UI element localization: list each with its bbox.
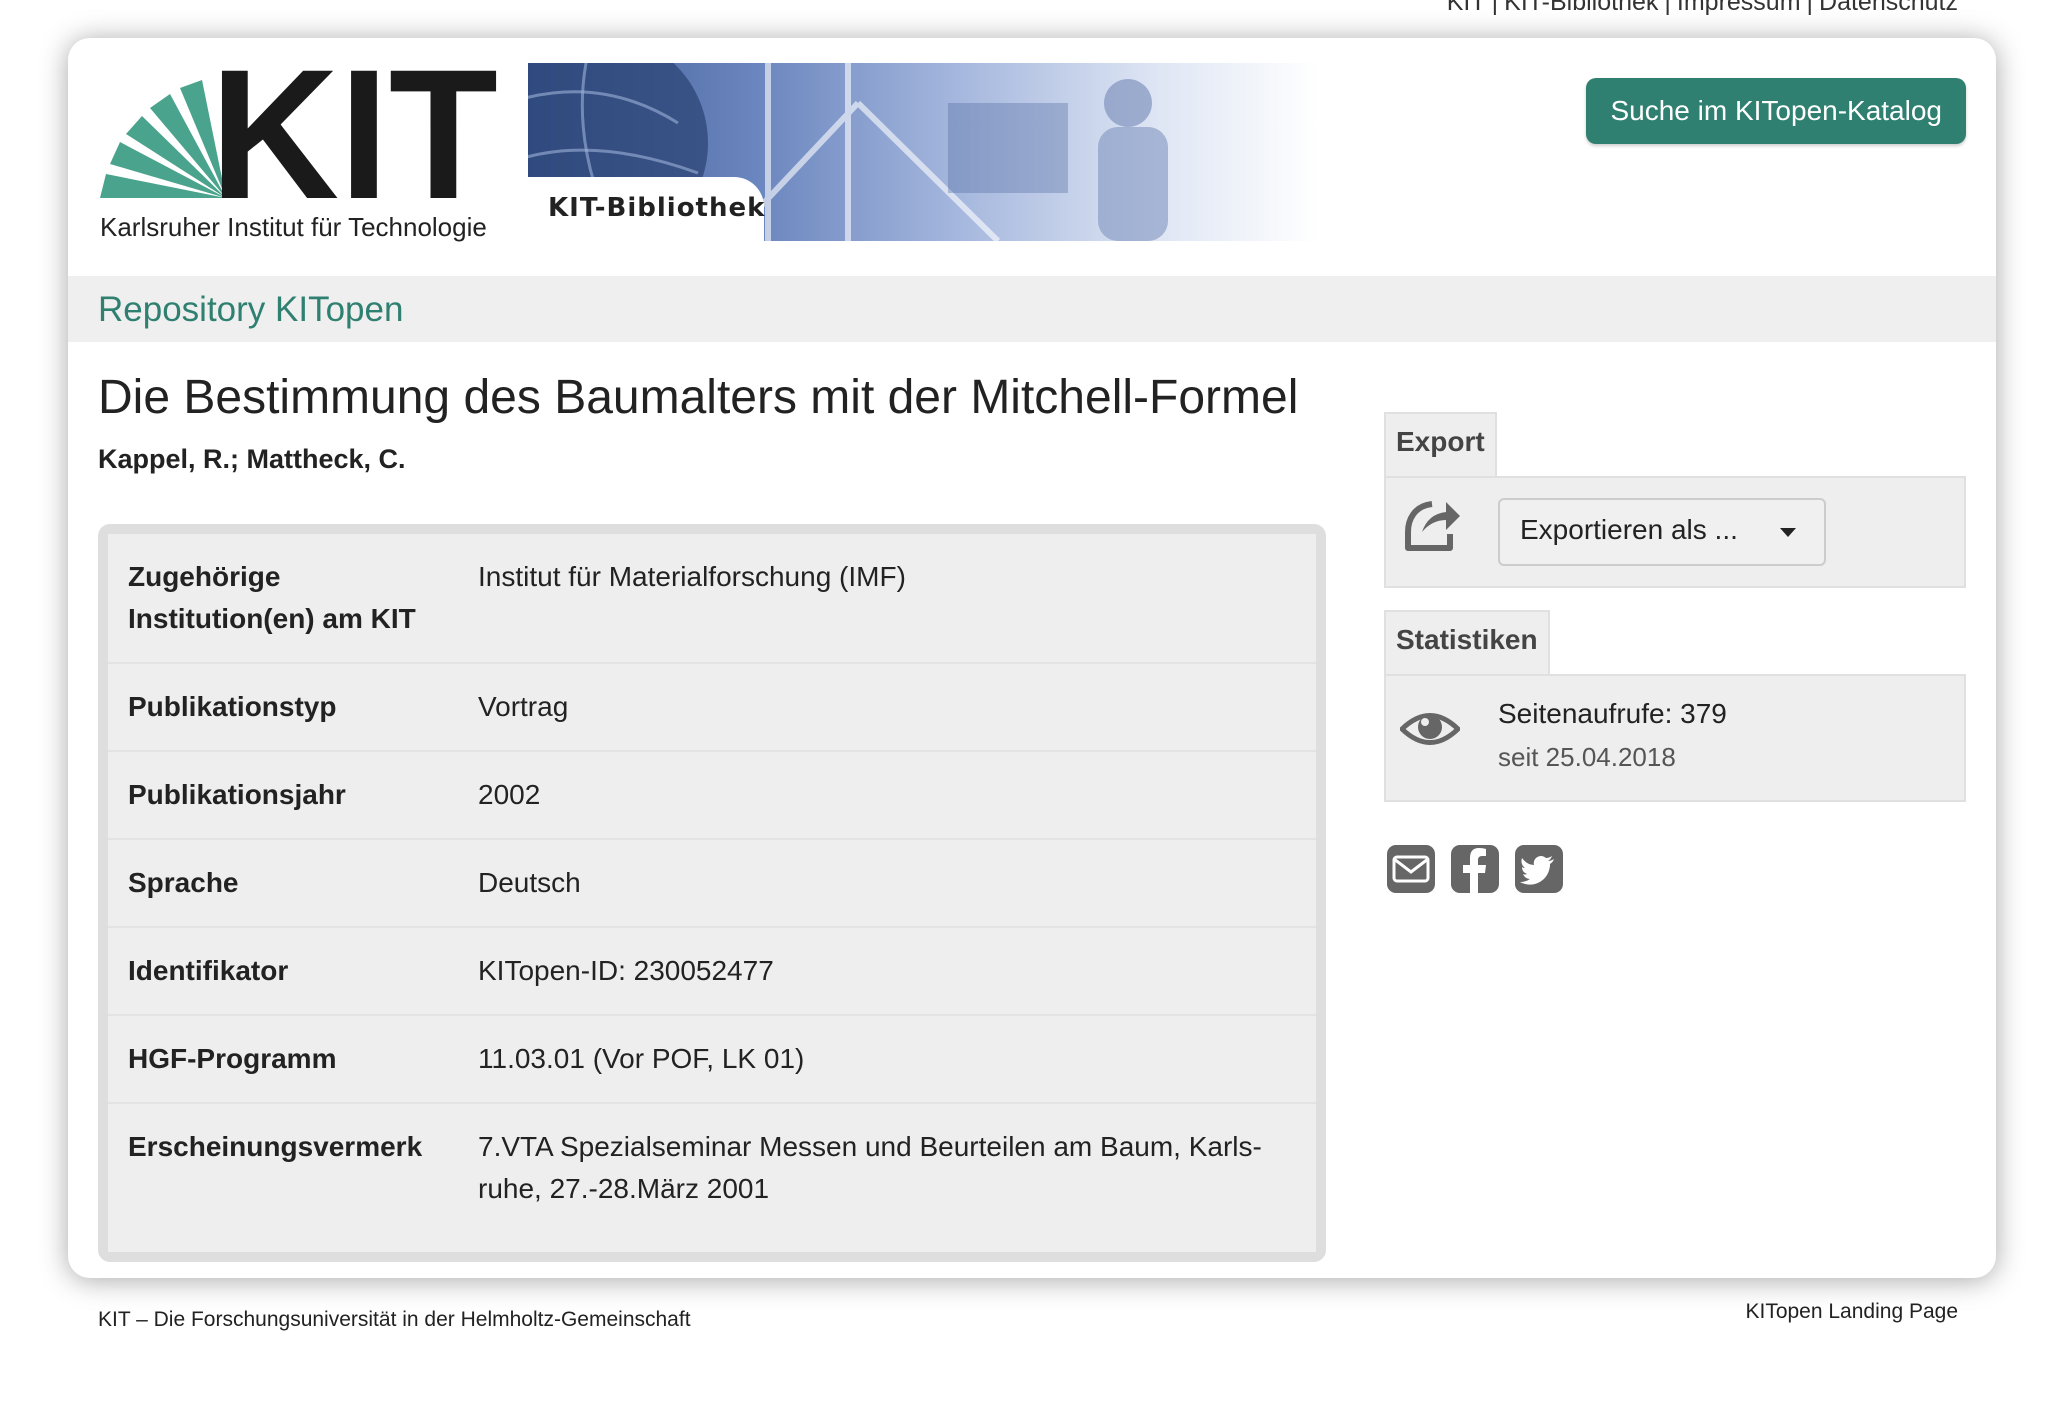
page-title: Die Bestimmung des Baumalters mit der Mi… — [98, 371, 1299, 424]
export-panel-title: Export — [1384, 412, 1497, 478]
repository-title[interactable]: Repository KITopen — [98, 290, 403, 330]
nav-link-kit-bibliothek[interactable]: KIT-Bibliothek — [1504, 0, 1658, 16]
kit-tagline: Karlsruher Institut für Technologie — [100, 212, 487, 242]
stats-since-date: seit 25.04.2018 — [1498, 742, 1676, 772]
metadata-key: Identifikator — [128, 955, 289, 986]
export-select-label: Exportieren als ... — [1520, 514, 1738, 545]
table-row: Identifikator KITopen-ID: 230052477 — [108, 928, 1316, 1016]
footer-page-label: KITopen Landing Page — [1745, 1300, 1958, 1323]
export-panel: Exportieren als ... — [1384, 476, 1966, 588]
table-row: Zugehörige Institution(en) am KIT Instit… — [108, 534, 1316, 664]
nav-link-kit[interactable]: KIT — [1447, 0, 1486, 16]
metadata-value: Institut für Materialforschung (IMF) — [478, 561, 906, 592]
statistics-panel-title: Statistiken — [1384, 610, 1550, 676]
table-row: Sprache Deutsch — [108, 840, 1316, 928]
top-navigation: KIT | KIT-Bibliothek | Impressum | Datenschutz — [1447, 0, 1958, 17]
email-icon[interactable] — [1386, 844, 1436, 894]
metadata-value: Deutsch — [478, 867, 581, 898]
metadata-table-inner: Zugehörige Institution(en) am KIT Instit… — [108, 534, 1316, 1252]
statistics-panel: Seitenaufrufe: 379 seit 25.04.2018 — [1384, 674, 1966, 802]
table-row: Erscheinungsvermerk 7.VTA Spezialseminar… — [108, 1104, 1316, 1232]
kit-logo-text: KIT — [210, 58, 498, 238]
metadata-value: 11.03.01 (Vor POF, LK 01) — [478, 1043, 805, 1074]
main-card: KIT Karlsruher Institut für Technologie — [68, 38, 1996, 1278]
metadata-key: Publikationstyp — [128, 691, 337, 722]
export-format-select[interactable]: Exportieren als ... — [1498, 498, 1826, 566]
chevron-down-icon — [1780, 528, 1796, 537]
banner-label: KIT-Bibliothek — [548, 193, 766, 223]
table-row: Publikationsjahr 2002 — [108, 752, 1316, 840]
metadata-value: 7.VTA Spezialseminar Messen und Beurteil… — [478, 1131, 1262, 1204]
nav-separator: | — [1806, 0, 1814, 16]
twitter-icon[interactable] — [1514, 844, 1564, 894]
metadata-key: HGF-Programm — [128, 1043, 337, 1074]
metadata-key: Sprache — [128, 867, 239, 898]
table-row: HGF-Programm 11.03.01 (Vor POF, LK 01) — [108, 1016, 1316, 1104]
nav-link-datenschutz[interactable]: Datenschutz — [1819, 0, 1958, 16]
eye-icon — [1400, 713, 1460, 745]
metadata-value: 2002 — [478, 779, 541, 810]
page-views: Seitenaufrufe: 379 — [1498, 698, 1727, 729]
share-icon — [1405, 501, 1460, 551]
metadata-key: Zugehörige Institution(en) am KIT — [128, 561, 416, 634]
metadata-value: KITopen-ID: 230052477 — [478, 955, 774, 986]
page-header: KIT Karlsruher Institut für Technologie — [68, 38, 1996, 276]
table-row: Publikationstyp Vortrag — [108, 664, 1316, 752]
banner-label-tab: KIT-Bibliothek — [528, 177, 764, 241]
nav-link-impressum[interactable]: Impressum — [1677, 0, 1801, 16]
facebook-icon[interactable] — [1450, 844, 1500, 894]
library-banner: KIT-Bibliothek — [528, 63, 1318, 241]
metadata-table: Zugehörige Institution(en) am KIT Instit… — [98, 524, 1326, 1262]
metadata-value: Vortrag — [478, 691, 569, 722]
repository-bar: Repository KITopen — [68, 276, 1996, 342]
catalog-search-button[interactable]: Suche im KITopen-Katalog — [1586, 78, 1966, 144]
nav-separator: | — [1491, 0, 1499, 16]
nav-separator: | — [1664, 0, 1671, 16]
authors: Kappel, R.; Mattheck, C. — [98, 444, 406, 474]
metadata-key: Erscheinungsvermerk — [128, 1131, 423, 1162]
footer-tagline: KIT – Die Forschungsuniversität in der H… — [98, 1308, 691, 1331]
share-buttons — [1386, 844, 1564, 894]
metadata-key: Publikationsjahr — [128, 779, 346, 810]
